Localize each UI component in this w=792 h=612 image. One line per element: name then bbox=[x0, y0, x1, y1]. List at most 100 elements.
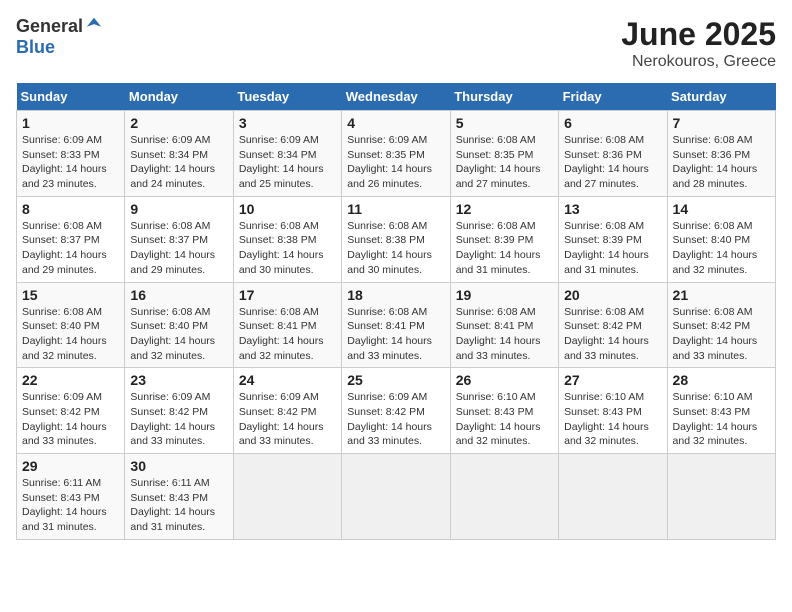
table-row: 16 Sunrise: 6:08 AM Sunset: 8:40 PM Dayl… bbox=[125, 282, 233, 368]
calendar-week-row: 22 Sunrise: 6:09 AM Sunset: 8:42 PM Dayl… bbox=[17, 368, 776, 454]
day-number: 27 bbox=[564, 372, 661, 388]
day-info: Sunrise: 6:08 AM Sunset: 8:38 PM Dayligh… bbox=[239, 219, 336, 278]
table-row: 13 Sunrise: 6:08 AM Sunset: 8:39 PM Dayl… bbox=[559, 196, 667, 282]
day-info: Sunrise: 6:11 AM Sunset: 8:43 PM Dayligh… bbox=[130, 476, 227, 535]
table-row: 10 Sunrise: 6:08 AM Sunset: 8:38 PM Dayl… bbox=[233, 196, 341, 282]
day-number: 29 bbox=[22, 458, 119, 474]
table-row: 29 Sunrise: 6:11 AM Sunset: 8:43 PM Dayl… bbox=[17, 454, 125, 540]
col-wednesday: Wednesday bbox=[342, 83, 450, 111]
day-number: 17 bbox=[239, 287, 336, 303]
calendar-header-row: Sunday Monday Tuesday Wednesday Thursday… bbox=[17, 83, 776, 111]
table-row: 6 Sunrise: 6:08 AM Sunset: 8:36 PM Dayli… bbox=[559, 111, 667, 197]
table-row: 2 Sunrise: 6:09 AM Sunset: 8:34 PM Dayli… bbox=[125, 111, 233, 197]
col-sunday: Sunday bbox=[17, 83, 125, 111]
day-info: Sunrise: 6:10 AM Sunset: 8:43 PM Dayligh… bbox=[564, 390, 661, 449]
day-info: Sunrise: 6:08 AM Sunset: 8:41 PM Dayligh… bbox=[347, 305, 444, 364]
table-row: 21 Sunrise: 6:08 AM Sunset: 8:42 PM Dayl… bbox=[667, 282, 775, 368]
day-info: Sunrise: 6:08 AM Sunset: 8:39 PM Dayligh… bbox=[564, 219, 661, 278]
calendar-week-row: 1 Sunrise: 6:09 AM Sunset: 8:33 PM Dayli… bbox=[17, 111, 776, 197]
logo-bird-icon bbox=[85, 16, 103, 34]
day-info: Sunrise: 6:09 AM Sunset: 8:42 PM Dayligh… bbox=[22, 390, 119, 449]
logo: General Blue bbox=[16, 16, 103, 58]
table-row: 24 Sunrise: 6:09 AM Sunset: 8:42 PM Dayl… bbox=[233, 368, 341, 454]
table-row: 30 Sunrise: 6:11 AM Sunset: 8:43 PM Dayl… bbox=[125, 454, 233, 540]
day-info: Sunrise: 6:08 AM Sunset: 8:36 PM Dayligh… bbox=[673, 133, 770, 192]
calendar-table: Sunday Monday Tuesday Wednesday Thursday… bbox=[16, 83, 776, 540]
day-number: 26 bbox=[456, 372, 553, 388]
table-row bbox=[342, 454, 450, 540]
day-info: Sunrise: 6:09 AM Sunset: 8:42 PM Dayligh… bbox=[239, 390, 336, 449]
day-number: 24 bbox=[239, 372, 336, 388]
table-row bbox=[450, 454, 558, 540]
day-info: Sunrise: 6:08 AM Sunset: 8:41 PM Dayligh… bbox=[456, 305, 553, 364]
day-info: Sunrise: 6:11 AM Sunset: 8:43 PM Dayligh… bbox=[22, 476, 119, 535]
day-number: 22 bbox=[22, 372, 119, 388]
day-info: Sunrise: 6:08 AM Sunset: 8:39 PM Dayligh… bbox=[456, 219, 553, 278]
table-row: 8 Sunrise: 6:08 AM Sunset: 8:37 PM Dayli… bbox=[17, 196, 125, 282]
table-row: 23 Sunrise: 6:09 AM Sunset: 8:42 PM Dayl… bbox=[125, 368, 233, 454]
table-row: 12 Sunrise: 6:08 AM Sunset: 8:39 PM Dayl… bbox=[450, 196, 558, 282]
day-number: 11 bbox=[347, 201, 444, 217]
table-row: 4 Sunrise: 6:09 AM Sunset: 8:35 PM Dayli… bbox=[342, 111, 450, 197]
day-number: 18 bbox=[347, 287, 444, 303]
day-number: 7 bbox=[673, 115, 770, 131]
day-number: 28 bbox=[673, 372, 770, 388]
table-row: 7 Sunrise: 6:08 AM Sunset: 8:36 PM Dayli… bbox=[667, 111, 775, 197]
day-number: 6 bbox=[564, 115, 661, 131]
day-info: Sunrise: 6:08 AM Sunset: 8:38 PM Dayligh… bbox=[347, 219, 444, 278]
table-row bbox=[667, 454, 775, 540]
day-number: 13 bbox=[564, 201, 661, 217]
day-info: Sunrise: 6:09 AM Sunset: 8:34 PM Dayligh… bbox=[130, 133, 227, 192]
day-info: Sunrise: 6:08 AM Sunset: 8:40 PM Dayligh… bbox=[673, 219, 770, 278]
logo-general-text: General bbox=[16, 16, 83, 37]
col-friday: Friday bbox=[559, 83, 667, 111]
day-number: 25 bbox=[347, 372, 444, 388]
table-row: 17 Sunrise: 6:08 AM Sunset: 8:41 PM Dayl… bbox=[233, 282, 341, 368]
day-info: Sunrise: 6:08 AM Sunset: 8:42 PM Dayligh… bbox=[673, 305, 770, 364]
day-number: 5 bbox=[456, 115, 553, 131]
day-info: Sunrise: 6:08 AM Sunset: 8:37 PM Dayligh… bbox=[130, 219, 227, 278]
col-tuesday: Tuesday bbox=[233, 83, 341, 111]
day-info: Sunrise: 6:08 AM Sunset: 8:40 PM Dayligh… bbox=[130, 305, 227, 364]
day-number: 16 bbox=[130, 287, 227, 303]
table-row: 11 Sunrise: 6:08 AM Sunset: 8:38 PM Dayl… bbox=[342, 196, 450, 282]
day-number: 8 bbox=[22, 201, 119, 217]
day-info: Sunrise: 6:09 AM Sunset: 8:42 PM Dayligh… bbox=[347, 390, 444, 449]
table-row: 5 Sunrise: 6:08 AM Sunset: 8:35 PM Dayli… bbox=[450, 111, 558, 197]
day-number: 9 bbox=[130, 201, 227, 217]
day-number: 4 bbox=[347, 115, 444, 131]
day-number: 2 bbox=[130, 115, 227, 131]
day-number: 14 bbox=[673, 201, 770, 217]
table-row: 22 Sunrise: 6:09 AM Sunset: 8:42 PM Dayl… bbox=[17, 368, 125, 454]
table-row: 14 Sunrise: 6:08 AM Sunset: 8:40 PM Dayl… bbox=[667, 196, 775, 282]
table-row: 25 Sunrise: 6:09 AM Sunset: 8:42 PM Dayl… bbox=[342, 368, 450, 454]
calendar-week-row: 29 Sunrise: 6:11 AM Sunset: 8:43 PM Dayl… bbox=[17, 454, 776, 540]
day-info: Sunrise: 6:10 AM Sunset: 8:43 PM Dayligh… bbox=[673, 390, 770, 449]
day-info: Sunrise: 6:10 AM Sunset: 8:43 PM Dayligh… bbox=[456, 390, 553, 449]
table-row: 28 Sunrise: 6:10 AM Sunset: 8:43 PM Dayl… bbox=[667, 368, 775, 454]
day-info: Sunrise: 6:09 AM Sunset: 8:34 PM Dayligh… bbox=[239, 133, 336, 192]
day-info: Sunrise: 6:08 AM Sunset: 8:35 PM Dayligh… bbox=[456, 133, 553, 192]
day-info: Sunrise: 6:08 AM Sunset: 8:37 PM Dayligh… bbox=[22, 219, 119, 278]
day-number: 10 bbox=[239, 201, 336, 217]
table-row: 27 Sunrise: 6:10 AM Sunset: 8:43 PM Dayl… bbox=[559, 368, 667, 454]
page-subtitle: Nerokouros, Greece bbox=[621, 53, 776, 71]
table-row: 26 Sunrise: 6:10 AM Sunset: 8:43 PM Dayl… bbox=[450, 368, 558, 454]
day-info: Sunrise: 6:08 AM Sunset: 8:40 PM Dayligh… bbox=[22, 305, 119, 364]
day-number: 12 bbox=[456, 201, 553, 217]
col-thursday: Thursday bbox=[450, 83, 558, 111]
day-number: 23 bbox=[130, 372, 227, 388]
day-info: Sunrise: 6:08 AM Sunset: 8:41 PM Dayligh… bbox=[239, 305, 336, 364]
day-number: 19 bbox=[456, 287, 553, 303]
day-number: 1 bbox=[22, 115, 119, 131]
day-number: 20 bbox=[564, 287, 661, 303]
day-info: Sunrise: 6:08 AM Sunset: 8:36 PM Dayligh… bbox=[564, 133, 661, 192]
table-row: 18 Sunrise: 6:08 AM Sunset: 8:41 PM Dayl… bbox=[342, 282, 450, 368]
table-row bbox=[233, 454, 341, 540]
day-number: 15 bbox=[22, 287, 119, 303]
calendar-week-row: 15 Sunrise: 6:08 AM Sunset: 8:40 PM Dayl… bbox=[17, 282, 776, 368]
table-row: 15 Sunrise: 6:08 AM Sunset: 8:40 PM Dayl… bbox=[17, 282, 125, 368]
calendar-week-row: 8 Sunrise: 6:08 AM Sunset: 8:37 PM Dayli… bbox=[17, 196, 776, 282]
table-row: 19 Sunrise: 6:08 AM Sunset: 8:41 PM Dayl… bbox=[450, 282, 558, 368]
col-saturday: Saturday bbox=[667, 83, 775, 111]
